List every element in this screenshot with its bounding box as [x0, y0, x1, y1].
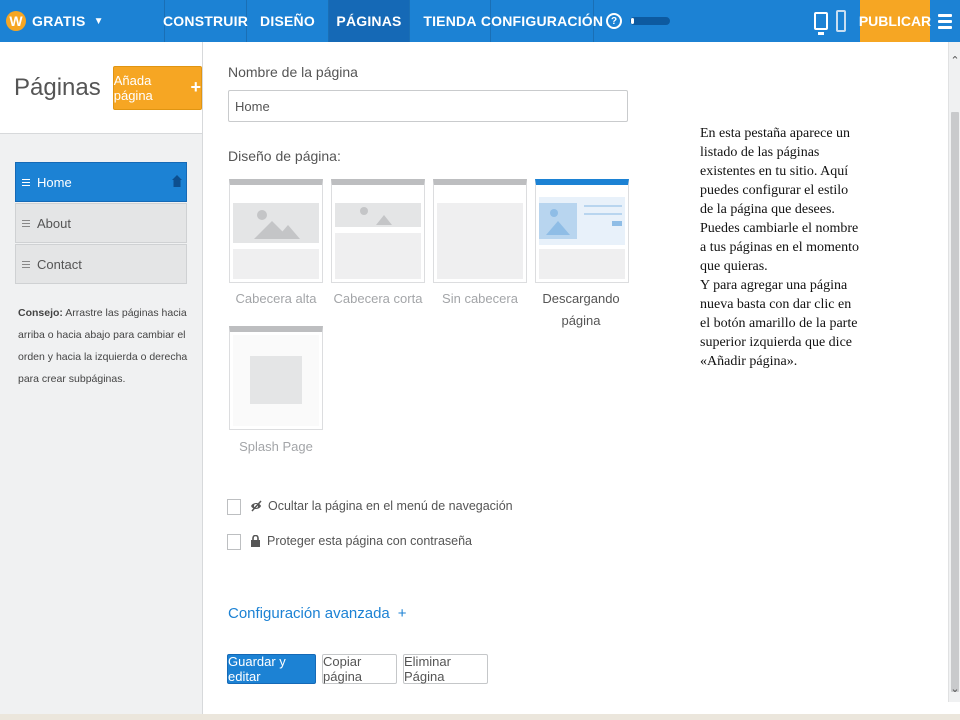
- note-paragraph-3: Y para agregar una página nueva basta co…: [700, 278, 858, 369]
- explanatory-note: En esta pestaña aparece un listado de la…: [700, 124, 860, 371]
- page-name-input[interactable]: [228, 90, 628, 122]
- home-icon: [172, 175, 182, 187]
- sidebar-item-contact[interactable]: Contact: [15, 244, 187, 284]
- page-list: Home About Contact: [0, 162, 202, 284]
- layout-landing[interactable]: [535, 179, 629, 283]
- advanced-settings-label: Configuración avanzada: [228, 605, 390, 622]
- tab-paginas[interactable]: PÁGINAS: [329, 0, 410, 42]
- sidebar-item-about[interactable]: About: [15, 203, 187, 243]
- progress-fill: [631, 18, 635, 24]
- landing-thumbnail: [539, 197, 625, 279]
- device-preview-toggle: [800, 0, 860, 42]
- lock-icon: [251, 535, 260, 547]
- sidebar-item-home[interactable]: Home: [15, 162, 187, 202]
- setup-progress-bar: [630, 17, 670, 25]
- page-layout-label: Diseño de página:: [228, 148, 341, 164]
- layout-label-splash: Splash Page: [239, 439, 313, 454]
- hide-page-checkbox[interactable]: [227, 499, 241, 515]
- publish-button[interactable]: PUBLICAR: [859, 0, 931, 42]
- layout-no-header[interactable]: [433, 179, 527, 283]
- plus-icon: +: [190, 77, 201, 97]
- top-navigation-bar: W GRATIS ▼ CONSTRUIR DISEÑO PÁGINAS TIEN…: [0, 0, 960, 42]
- plan-label: GRATIS: [32, 13, 86, 29]
- layout-label-landing: Descargando página: [542, 291, 620, 328]
- vertical-scrollbar[interactable]: ⌃ ⌄: [948, 42, 960, 702]
- no-header-thumbnail: [437, 203, 523, 279]
- protect-page-checkbox[interactable]: [227, 534, 241, 550]
- hide-page-option: Ocultar la página en el menú de navegaci…: [250, 499, 513, 513]
- add-page-label: Añada página: [113, 72, 153, 103]
- layout-short-header[interactable]: [331, 179, 425, 283]
- scroll-thumb[interactable]: [951, 112, 959, 692]
- protect-page-option: Proteger esta página con contraseña: [250, 534, 472, 548]
- page-name-label: Nombre de la página: [228, 64, 358, 80]
- help-icon[interactable]: ?: [606, 13, 622, 29]
- brand-menu[interactable]: W GRATIS ▼: [0, 0, 165, 42]
- mobile-icon[interactable]: [836, 10, 846, 32]
- chevron-down-icon: ▼: [93, 15, 104, 27]
- layout-tall-header[interactable]: [229, 179, 323, 283]
- add-page-button[interactable]: Añada página +: [112, 65, 202, 110]
- tall-header-thumbnail: [233, 203, 319, 279]
- sidebar-tip: Consejo: Arrastre las páginas hacia arri…: [0, 302, 202, 390]
- layout-label-short-header: Cabecera corta: [333, 291, 423, 306]
- window-bottom-edge: [0, 714, 960, 720]
- layout-label-no-header: Sin cabecera: [442, 291, 518, 306]
- advanced-settings-link[interactable]: Configuración avanzada +: [228, 605, 407, 622]
- short-header-thumbnail: [335, 203, 421, 279]
- tab-configuracion[interactable]: CONFIGURACIÓN: [481, 0, 603, 42]
- page-item-label: Contact: [37, 256, 82, 272]
- copy-page-button[interactable]: Copiar página: [322, 654, 397, 684]
- tab-diseno[interactable]: DISEÑO: [247, 0, 329, 42]
- scroll-down-icon[interactable]: ⌄: [949, 682, 960, 695]
- protect-page-label: Proteger esta página con contraseña: [267, 534, 472, 548]
- plus-icon: +: [397, 605, 407, 622]
- note-paragraph-1: En esta pestaña aparece un listado de la…: [700, 126, 851, 217]
- weebly-logo-icon: W: [6, 11, 26, 31]
- desktop-icon[interactable]: [814, 12, 828, 35]
- pages-sidebar: Páginas Añada página + Home About Contac…: [0, 42, 203, 720]
- page-item-label: About: [37, 215, 71, 231]
- hidden-eye-icon: [251, 500, 262, 512]
- sidebar-title: Páginas: [14, 73, 101, 101]
- splash-thumbnail: [233, 335, 319, 426]
- layout-label-tall-header: Cabecera alta: [235, 291, 317, 306]
- drag-handle-icon[interactable]: [22, 178, 30, 186]
- help-area: ?: [594, 0, 800, 42]
- page-item-label: Home: [37, 174, 72, 190]
- layout-splash[interactable]: [229, 326, 323, 430]
- tab-tienda[interactable]: TIENDA: [410, 0, 491, 42]
- hamburger-menu-icon[interactable]: [930, 0, 960, 42]
- sidebar-header: Páginas Añada página +: [0, 42, 202, 134]
- delete-page-button[interactable]: Eliminar Página: [403, 654, 488, 684]
- drag-handle-icon[interactable]: [22, 260, 30, 268]
- scroll-up-icon[interactable]: ⌃: [949, 54, 960, 67]
- drag-handle-icon[interactable]: [22, 219, 30, 227]
- save-and-edit-button[interactable]: Guardar y editar: [227, 654, 316, 684]
- note-paragraph-2: Puedes cambiarle el nombre a tus páginas…: [700, 221, 860, 274]
- hide-page-label: Ocultar la página en el menú de navegaci…: [268, 499, 513, 513]
- tip-label: Consejo:: [18, 307, 63, 319]
- tab-construir[interactable]: CONSTRUIR: [163, 0, 248, 42]
